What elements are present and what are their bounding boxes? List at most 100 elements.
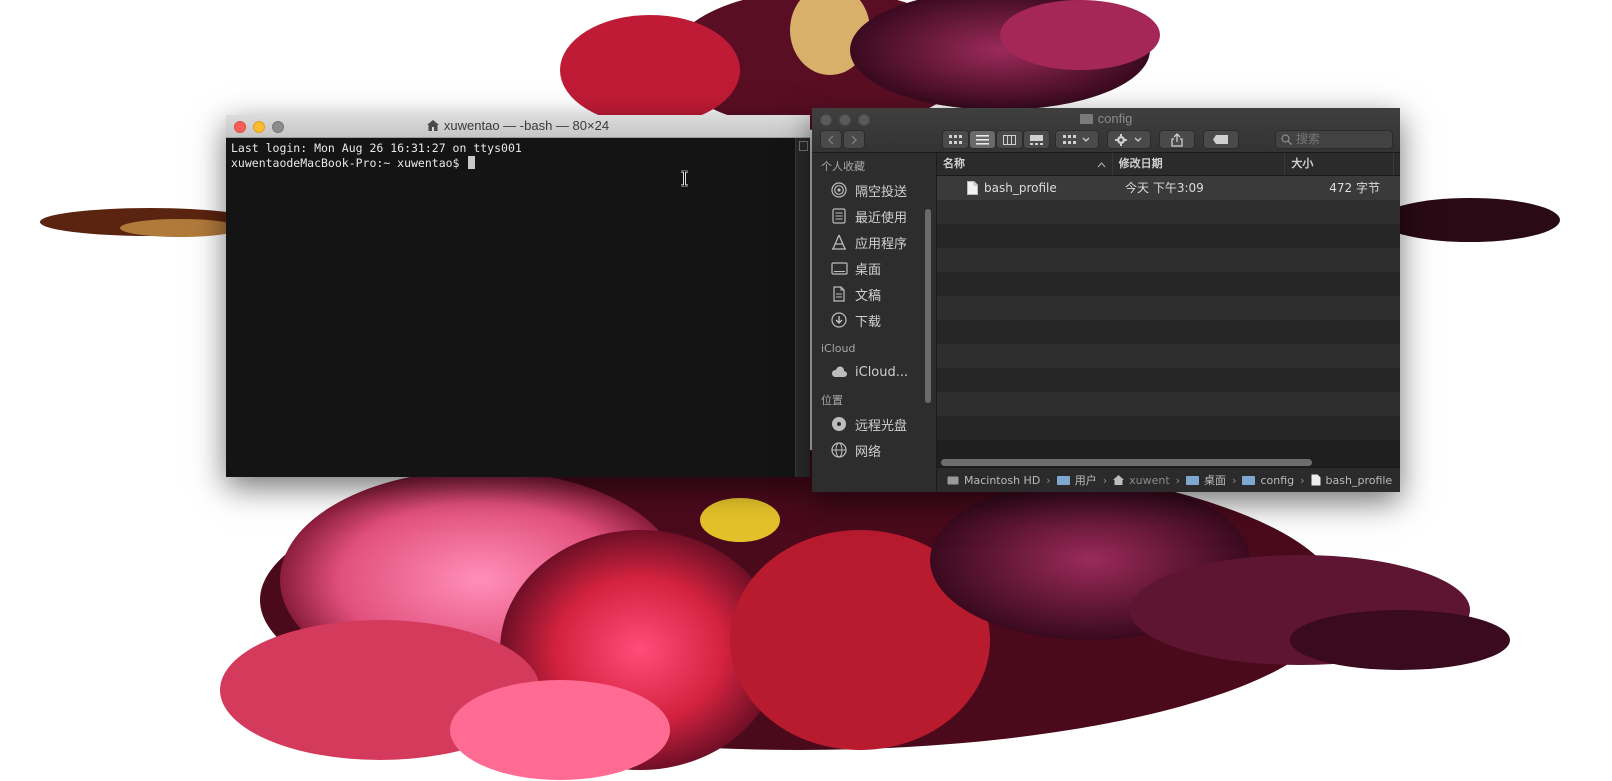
sidebar-item-icloud-drive[interactable]: iCloud... (812, 359, 936, 385)
table-row[interactable]: bash_profile 今天 下午3:09 472 字节 (937, 176, 1400, 200)
chevron-right-icon: › (1232, 473, 1237, 487)
path-item-users[interactable]: 用户 (1056, 472, 1097, 488)
sidebar-item-desktop[interactable]: 桌面 (812, 255, 936, 281)
sidebar-item-label: 文稿 (855, 288, 882, 304)
finder-title: config (1097, 111, 1133, 126)
tag-icon (1213, 135, 1228, 144)
sidebar-item-downloads[interactable]: 下载 (812, 307, 936, 333)
folder-icon (1079, 114, 1093, 124)
empty-row (937, 320, 1400, 344)
remote-disc-icon (832, 417, 846, 431)
sidebar-scrollbar[interactable] (925, 209, 931, 403)
list-view-button[interactable] (969, 130, 996, 149)
column-header-size[interactable]: 大小 (1285, 153, 1394, 175)
gallery-view-icon (1030, 134, 1043, 145)
terminal-line: Last login: Mon Aug 26 16:31:27 on ttys0… (231, 141, 522, 155)
home-icon (1113, 475, 1125, 485)
column-label: 名称 (943, 157, 965, 170)
path-item-config[interactable]: config (1242, 474, 1294, 487)
sidebar-item-network[interactable]: 网络 (812, 437, 936, 463)
empty-row (937, 344, 1400, 368)
empty-row (937, 296, 1400, 320)
terminal-output[interactable]: Last login: Mon Aug 26 16:31:27 on ttys0… (226, 138, 796, 477)
back-icon (827, 134, 834, 145)
applications-icon (832, 234, 846, 250)
chevron-right-icon: › (1175, 473, 1181, 487)
airdrop-icon (831, 182, 847, 198)
action-gear-icon (1115, 133, 1142, 146)
document-icon (1311, 474, 1321, 486)
gallery-view-button[interactable] (1023, 130, 1050, 149)
icon-view-button[interactable] (942, 130, 969, 149)
sidebar-header-icloud: iCloud (821, 342, 856, 355)
desktop-icon (830, 261, 848, 275)
sidebar-item-applications[interactable]: 应用程序 (812, 229, 936, 255)
column-header-name[interactable]: 名称 (937, 153, 1113, 175)
sidebar-item-airdrop[interactable]: 隔空投送 (812, 177, 936, 203)
text-cursor (468, 156, 476, 169)
empty-row (937, 392, 1400, 416)
column-view-icon (1003, 134, 1016, 145)
chevron-right-icon: › (1300, 473, 1305, 487)
finder-window[interactable]: config 搜索 个人收藏 隔空投送 最近使用 应用程序 桌面 文稿 下载 i… (812, 108, 1400, 492)
desktop-folder-icon (1186, 476, 1200, 485)
path-label: bash_profile (1325, 473, 1393, 487)
group-button[interactable] (1055, 130, 1099, 149)
terminal-scrollbar[interactable] (795, 138, 810, 477)
group-icon (1063, 134, 1090, 144)
path-label: 用户 (1074, 474, 1097, 487)
path-item-bash-profile[interactable]: bash_profile (1311, 473, 1393, 487)
path-label: 桌面 (1204, 474, 1227, 487)
forward-icon (851, 134, 858, 145)
file-modified: 今天 下午3:09 (1125, 181, 1204, 195)
file-rows: bash_profile 今天 下午3:09 472 字节 (937, 176, 1400, 440)
chevron-right-icon: › (1102, 473, 1108, 487)
path-item-desktop[interactable]: 桌面 (1186, 472, 1226, 488)
sidebar-item-remote-disc[interactable]: 远程光盘 (812, 411, 936, 437)
column-header-modified[interactable]: 修改日期 (1113, 153, 1286, 175)
path-item-macintosh-hd[interactable]: Macintosh HD (947, 474, 1040, 487)
empty-row (937, 272, 1400, 296)
tag-button[interactable] (1203, 130, 1239, 149)
share-icon (1171, 132, 1183, 147)
column-headers: 名称 修改日期 大小 (937, 153, 1400, 176)
column-label: 修改日期 (1118, 157, 1163, 170)
document-icon (967, 181, 978, 195)
recents-icon (832, 208, 846, 224)
empty-row (937, 224, 1400, 248)
chevron-right-icon: › (1046, 473, 1051, 487)
downloads-icon (831, 312, 847, 328)
sidebar-item-label: 应用程序 (855, 236, 908, 252)
documents-icon (833, 286, 845, 302)
column-label: 大小 (1291, 157, 1314, 170)
network-icon (831, 442, 847, 458)
terminal-window[interactable]: xuwentao — -bash — 80×24 Last login: Mon… (226, 115, 810, 477)
back-button[interactable] (820, 130, 842, 149)
sidebar-item-label: 隔空投送 (855, 184, 908, 200)
column-view-button[interactable] (996, 130, 1023, 149)
horizontal-scrollbar[interactable] (941, 459, 1312, 466)
finder-titlebar[interactable]: config 搜索 (812, 108, 1400, 153)
path-item-home[interactable]: xuwent (1113, 474, 1170, 487)
forward-button[interactable] (843, 130, 865, 149)
search-icon (1281, 134, 1292, 145)
terminal-title: xuwentao — -bash — 80×24 (443, 118, 610, 133)
share-button[interactable] (1159, 130, 1195, 149)
sidebar-item-documents[interactable]: 文稿 (812, 281, 936, 307)
path-label: Macintosh HD (964, 473, 1041, 487)
icon-view-icon (949, 134, 962, 144)
search-field[interactable]: 搜索 (1275, 130, 1393, 149)
sidebar-header-locations: 位置 (821, 394, 843, 407)
sidebar-item-recents[interactable]: 最近使用 (812, 203, 936, 229)
sidebar-item-label: iCloud... (855, 364, 909, 380)
hard-drive-icon (947, 476, 959, 484)
terminal-titlebar[interactable]: xuwentao — -bash — 80×24 (226, 115, 810, 138)
empty-row (937, 368, 1400, 392)
scroll-grip-icon (799, 141, 808, 151)
empty-row (937, 200, 1400, 224)
file-list: 名称 修改日期 大小 bash_profile 今天 下午3:09 472 字节 (937, 153, 1400, 492)
ibeam-cursor-icon (681, 170, 688, 187)
search-placeholder: 搜索 (1296, 132, 1321, 146)
path-label: xuwent (1129, 473, 1170, 487)
action-button[interactable] (1107, 130, 1151, 149)
